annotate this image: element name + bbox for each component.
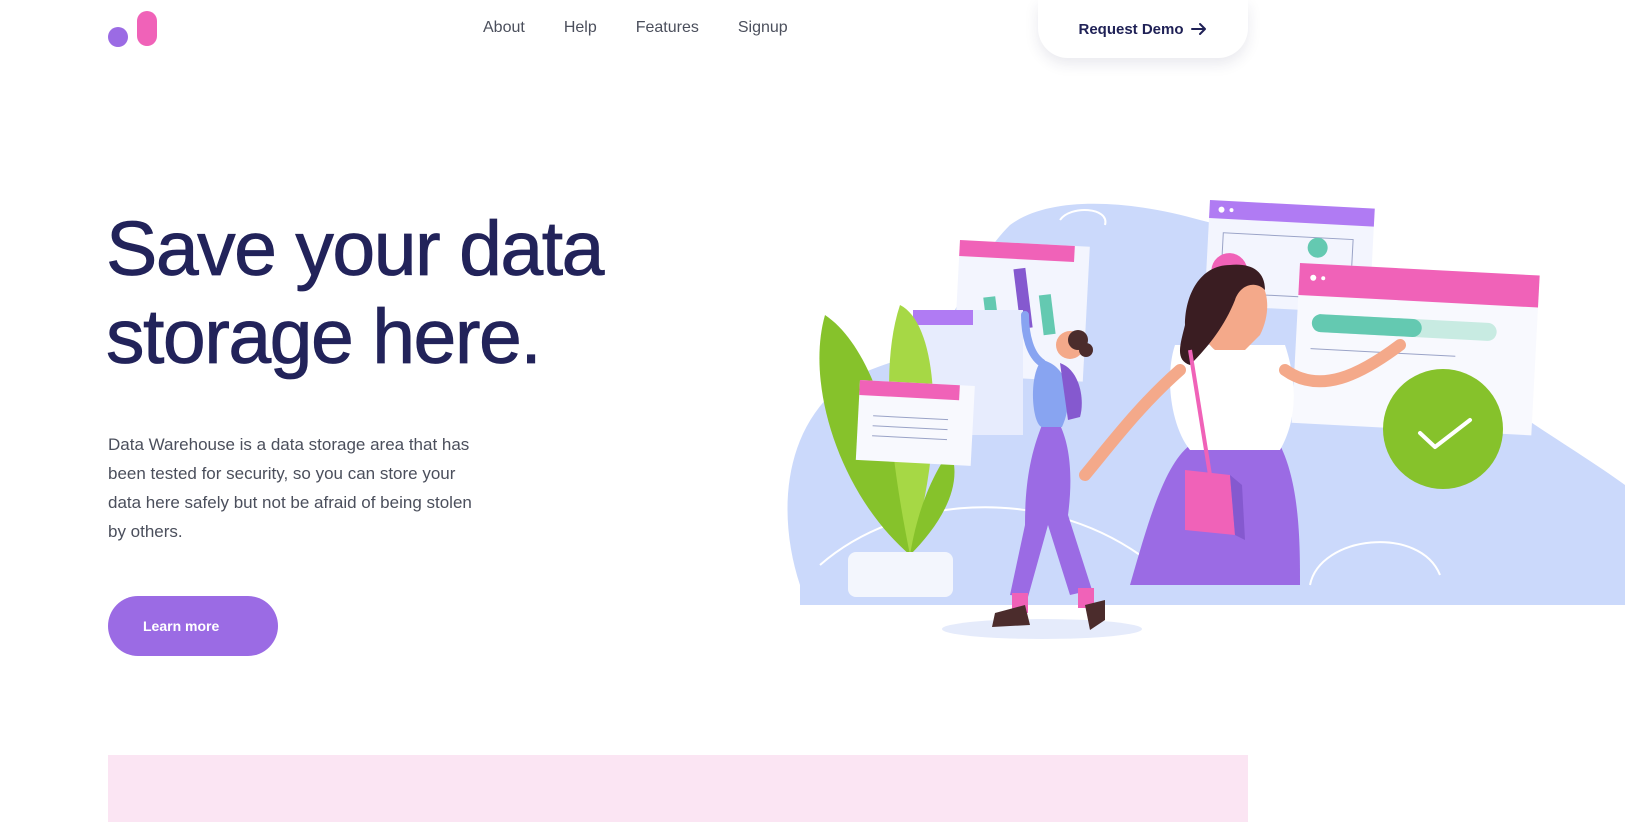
section-band bbox=[108, 755, 1248, 822]
hero-title: Save your data storage here. bbox=[106, 206, 605, 381]
logo-dot bbox=[108, 27, 128, 47]
nav-link-help[interactable]: Help bbox=[564, 18, 597, 38]
nav-link-features[interactable]: Features bbox=[636, 18, 699, 38]
checkmark-badge bbox=[1383, 369, 1503, 489]
logo[interactable] bbox=[108, 10, 160, 48]
nav-link-signup[interactable]: Signup bbox=[738, 18, 788, 38]
window-lower bbox=[855, 380, 975, 466]
nav-links: About Help Features Signup bbox=[483, 18, 827, 38]
request-demo-button[interactable]: Request Demo bbox=[1038, 0, 1248, 58]
hero-illustration bbox=[787, 200, 1625, 639]
learn-more-button[interactable]: Learn more bbox=[108, 596, 278, 656]
nav-link-about[interactable]: About bbox=[483, 18, 525, 38]
logo-pill bbox=[137, 11, 157, 46]
arrow-right-icon bbox=[1190, 23, 1206, 35]
navbar: About Help Features Signup Request Demo bbox=[0, 0, 1625, 60]
request-demo-label: Request Demo bbox=[1078, 20, 1184, 38]
hero-description: Data Warehouse is a data storage area th… bbox=[108, 435, 472, 541]
